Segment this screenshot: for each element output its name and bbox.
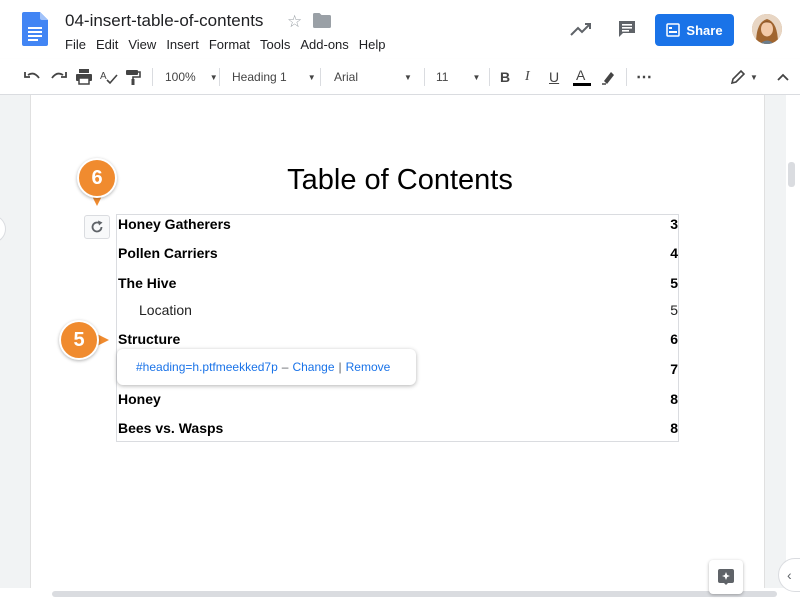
more-options-icon[interactable]: ⋯ [636,59,652,95]
toc-entry-link[interactable]: Bees vs. Wasps [118,420,223,436]
toc-page-number: 8 [670,391,678,407]
toolbar-divider [152,68,153,86]
vertical-scrollbar-thumb[interactable] [788,162,795,187]
menu-file[interactable]: File [65,37,91,52]
link-separator: | [338,360,342,374]
avatar[interactable] [752,14,782,44]
font-size-value: 11 [436,70,449,84]
folder-icon[interactable] [313,13,331,28]
chevron-down-icon: ▼ [404,72,412,82]
undo-icon[interactable] [24,59,42,95]
refresh-icon [91,220,103,233]
underline-icon[interactable]: U [549,59,559,95]
toc-entry-link[interactable]: The Hive [118,275,176,291]
italic-icon[interactable]: I [525,59,530,95]
app-header: 04-insert-table-of-contents ☆ File Edit … [0,0,800,59]
chevron-down-icon: ▼ [750,72,758,82]
activity-trend-icon[interactable] [570,20,592,38]
step-callout-badge: 6 [77,158,117,198]
menu-edit[interactable]: Edit [96,37,123,52]
share-lock-icon [666,23,681,37]
menu-view[interactable]: View [128,37,161,52]
font-family-select[interactable]: Arial ▼ [334,59,412,95]
toc-page-number: 5 [670,275,678,291]
link-url[interactable]: #heading=h.ptfmeekked7p [136,360,278,374]
outline-toggle-handle[interactable] [0,215,6,243]
link-popup: #heading=h.ptfmeekked7p – Change | Remov… [117,349,416,385]
zoom-select[interactable]: 100% ▼ [165,59,218,95]
step-callout-badge: 5 [59,320,99,360]
toc-entry[interactable]: Bees vs. Wasps 8 [118,420,680,440]
share-label: Share [686,22,723,38]
toc-entry-link[interactable]: Pollen Carriers [118,245,218,261]
chevron-left-icon: ‹ [787,567,792,583]
toc-entry[interactable]: Honey Gatherers 3 [118,216,680,236]
update-toc-button[interactable] [84,215,110,239]
toolbar-divider [219,68,220,86]
font-family-value: Arial [334,70,359,84]
toc-entry[interactable]: Structure 6 [118,331,680,351]
bold-icon[interactable]: B [500,59,510,95]
menu-tools[interactable]: Tools [260,37,295,52]
remove-link-button[interactable]: Remove [346,360,391,374]
toc-page-number: 7 [670,361,678,377]
toc-page-number: 8 [670,420,678,436]
toolbar-divider [626,68,627,86]
toc-entry[interactable]: Honey 8 [118,391,680,411]
share-button[interactable]: Share [655,14,734,46]
paragraph-style-select[interactable]: Heading 1 ▼ [232,59,316,95]
chevron-down-icon: ▼ [209,72,218,82]
toc-entry[interactable]: The Hive 5 [118,275,680,295]
toolbar-divider [424,68,425,86]
toc-page-number: 6 [670,331,678,347]
toc-page-number: 3 [670,216,678,232]
menu-addons[interactable]: Add-ons [300,37,353,52]
toc-entry-link[interactable]: Honey [118,391,161,407]
menu-help[interactable]: Help [359,37,391,52]
toolbar-divider [320,68,321,86]
redo-icon[interactable] [49,59,67,95]
chevron-down-icon: ▼ [472,72,481,82]
menu-format[interactable]: Format [209,37,255,52]
menu-insert[interactable]: Insert [166,37,204,52]
svg-text:A: A [100,71,107,82]
horizontal-scrollbar-thumb[interactable] [52,591,777,597]
explore-button[interactable] [709,560,743,594]
paint-format-icon[interactable] [125,59,141,95]
toc-entry[interactable]: Location 5 [118,302,680,322]
menu-bar: File Edit View Insert Format Tools Add-o… [65,37,396,52]
svg-text:A: A [576,67,586,83]
star-icon[interactable]: ☆ [287,12,302,32]
toc-entry-link[interactable]: Location [139,302,192,318]
toc-page-number: 4 [670,245,678,261]
comment-icon[interactable] [617,19,637,39]
document-title[interactable]: 04-insert-table-of-contents [65,11,263,31]
toc-entry[interactable]: Pollen Carriers 4 [118,245,680,265]
change-link-button[interactable]: Change [292,360,334,374]
text-color-icon[interactable]: A [572,59,592,95]
editing-mode-icon[interactable]: ▼ [730,59,758,95]
explore-icon [718,569,734,585]
link-dash: – [281,360,289,374]
print-icon[interactable] [75,59,93,95]
collapse-toolbar-icon[interactable] [776,59,790,95]
highlight-color-icon[interactable] [601,59,617,95]
font-size-select[interactable]: 11 ▼ [436,59,480,95]
toc-entry-link[interactable]: Honey Gatherers [118,216,231,232]
toc-entry-link[interactable]: Structure [118,331,180,347]
chevron-down-icon: ▼ [307,72,316,82]
toc-heading[interactable]: Table of Contents [0,164,800,197]
paragraph-style-value: Heading 1 [232,70,287,84]
toolbar-divider [489,68,490,86]
zoom-value: 100% [165,70,196,84]
formatting-toolbar: A 100% ▼ Heading 1 ▼ Arial ▼ 11 ▼ B I U … [0,59,800,95]
toc-page-number: 5 [670,302,678,318]
docs-logo-icon[interactable] [22,12,48,46]
spellcheck-icon[interactable]: A [100,59,118,95]
